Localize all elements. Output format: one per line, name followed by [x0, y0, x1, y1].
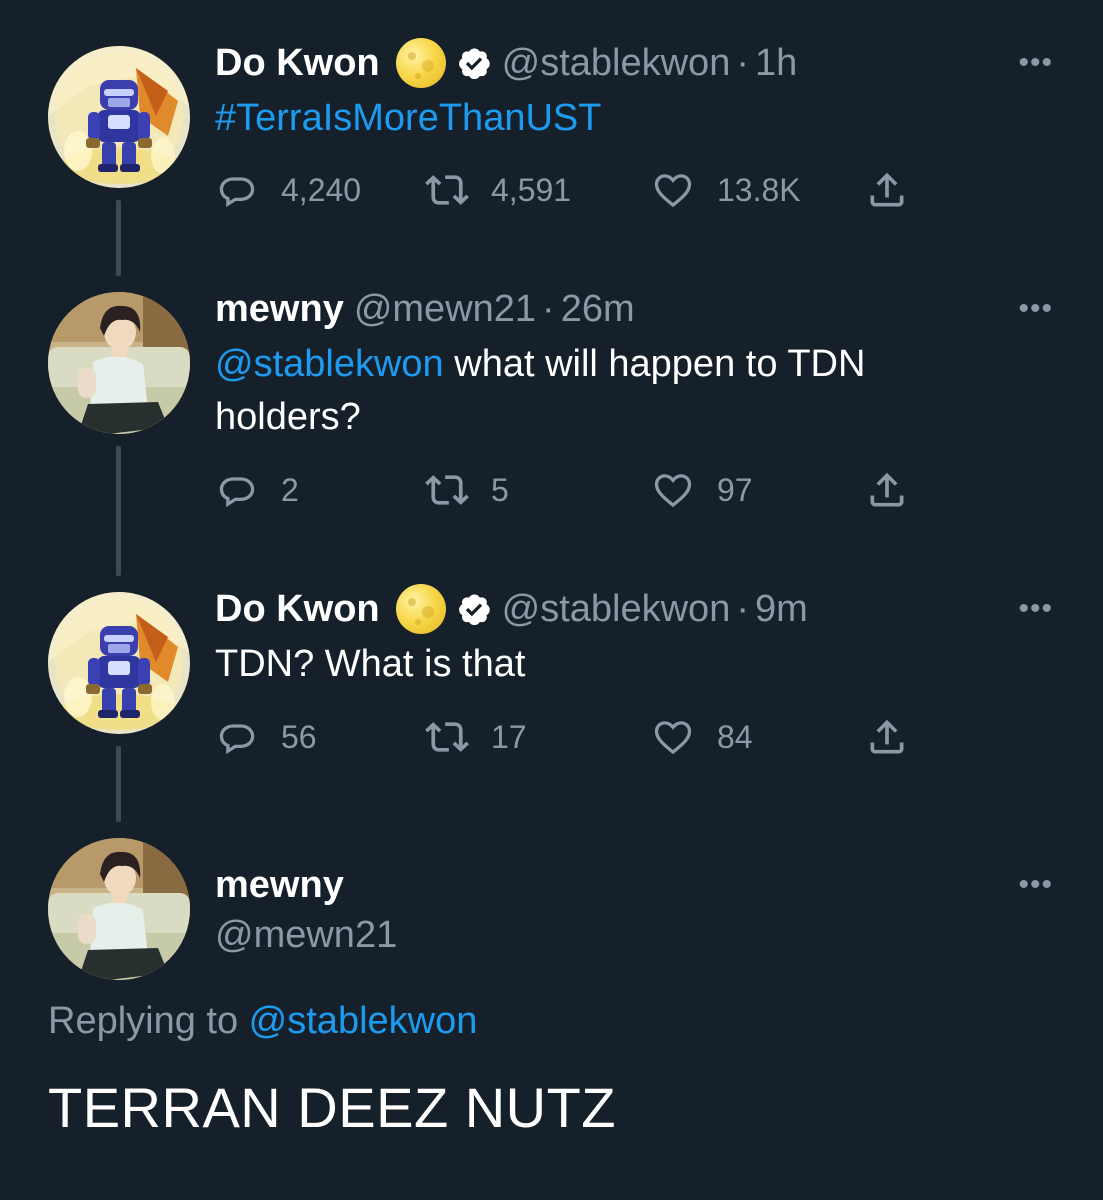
timestamp[interactable]: 26m: [561, 288, 635, 331]
thread-line: [116, 746, 121, 822]
anime-boy-avatar-image: [48, 292, 190, 434]
separator-dot: ·: [542, 287, 555, 330]
tweet-header: Do Kwon @stablekwon · 1h: [215, 38, 797, 88]
more-options-icon[interactable]: •••: [1018, 292, 1053, 326]
retweet-icon: [425, 475, 469, 505]
retweet-button[interactable]: 4,591: [425, 168, 571, 212]
share-icon: [870, 472, 904, 507]
replying-to: Replying to @stablekwon: [48, 1000, 477, 1043]
reply-button[interactable]: 2: [215, 468, 299, 512]
avatar[interactable]: [48, 46, 190, 188]
reply-icon: [219, 477, 255, 508]
share-button[interactable]: [865, 715, 909, 759]
like-button[interactable]: 84: [651, 715, 753, 759]
replying-to-handle-link[interactable]: @stablekwon: [249, 1000, 478, 1042]
share-icon: [870, 719, 904, 754]
thread-line: [116, 446, 121, 576]
action-bar: 56 17 84: [215, 715, 935, 765]
handle[interactable]: @mewn21: [354, 288, 536, 331]
like-count: 97: [717, 471, 753, 508]
share-icon: [870, 172, 904, 207]
more-options-icon[interactable]: •••: [1018, 592, 1053, 626]
handle[interactable]: @stablekwon: [502, 42, 731, 85]
reply-count: 2: [281, 471, 299, 508]
more-options-icon[interactable]: •••: [1018, 868, 1053, 902]
display-name[interactable]: Do Kwon: [215, 42, 380, 85]
moon-emoji-icon: [395, 38, 446, 88]
tweet-text: TERRAN DEEZ NUTZ: [48, 1076, 616, 1139]
reply-icon: [219, 177, 255, 208]
retweet-button[interactable]: 17: [425, 715, 527, 759]
more-options-icon[interactable]: •••: [1018, 46, 1053, 80]
retweet-icon: [425, 175, 469, 205]
reply-button[interactable]: 56: [215, 715, 317, 759]
tweet-text: @stablekwon what will happen to TDN hold…: [215, 338, 865, 444]
tweet-text-line1: what will happen to TDN: [443, 343, 866, 385]
share-button[interactable]: [865, 168, 909, 212]
avatar[interactable]: [48, 838, 190, 980]
share-button[interactable]: [865, 468, 909, 512]
tweet-header: Do Kwon @stablekwon · 9m: [215, 584, 808, 634]
hashtag-link[interactable]: #TerraIsMoreThanUST: [215, 97, 601, 139]
retweet-count: 4,591: [491, 171, 572, 208]
tweet-header: mewny @mewn21 · 26m: [215, 284, 635, 334]
reply-count: 56: [281, 718, 317, 755]
heart-icon: [654, 474, 692, 508]
separator-dot: ·: [736, 41, 749, 84]
handle-row: @mewn21: [215, 910, 397, 960]
action-bar: 4,240 4,591 13.8K: [215, 168, 935, 218]
robot-avatar-image: [48, 46, 190, 188]
tweet-text: TDN? What is that: [215, 643, 526, 685]
like-button[interactable]: 97: [651, 468, 753, 512]
replying-to-label: Replying to: [48, 1000, 249, 1042]
display-name-row: mewny: [215, 860, 344, 910]
mention-link[interactable]: @stablekwon: [215, 343, 444, 385]
retweet-count: 5: [491, 471, 509, 508]
timestamp[interactable]: 9m: [755, 588, 808, 631]
tweet-text-line2: holders?: [215, 396, 361, 438]
timestamp[interactable]: 1h: [755, 42, 797, 85]
retweet-icon: [425, 722, 469, 752]
retweet-button[interactable]: 5: [425, 468, 509, 512]
handle[interactable]: @stablekwon: [502, 588, 731, 631]
retweet-count: 17: [491, 718, 527, 755]
display-name[interactable]: Do Kwon: [215, 588, 380, 631]
verified-icon: [456, 591, 492, 627]
tweet-text: #TerraIsMoreThanUST: [215, 92, 601, 145]
avatar[interactable]: [48, 592, 190, 734]
display-name[interactable]: mewny: [215, 864, 344, 907]
like-count: 84: [717, 718, 753, 755]
anime-boy-avatar-image: [48, 838, 190, 980]
avatar[interactable]: [48, 292, 190, 434]
reply-button[interactable]: 4,240: [215, 168, 361, 212]
thread-line: [116, 200, 121, 276]
reply-icon: [219, 724, 255, 755]
handle[interactable]: @mewn21: [215, 914, 397, 957]
display-name[interactable]: mewny: [215, 288, 344, 331]
verified-icon: [456, 45, 492, 81]
heart-icon: [654, 721, 692, 755]
like-count: 13.8K: [717, 171, 801, 208]
robot-avatar-image: [48, 592, 190, 734]
moon-emoji-icon: [395, 584, 446, 634]
action-bar: 2 5 97: [215, 468, 935, 518]
separator-dot: ·: [736, 587, 749, 630]
like-button[interactable]: 13.8K: [651, 168, 801, 212]
reply-count: 4,240: [281, 171, 362, 208]
heart-icon: [654, 174, 692, 208]
